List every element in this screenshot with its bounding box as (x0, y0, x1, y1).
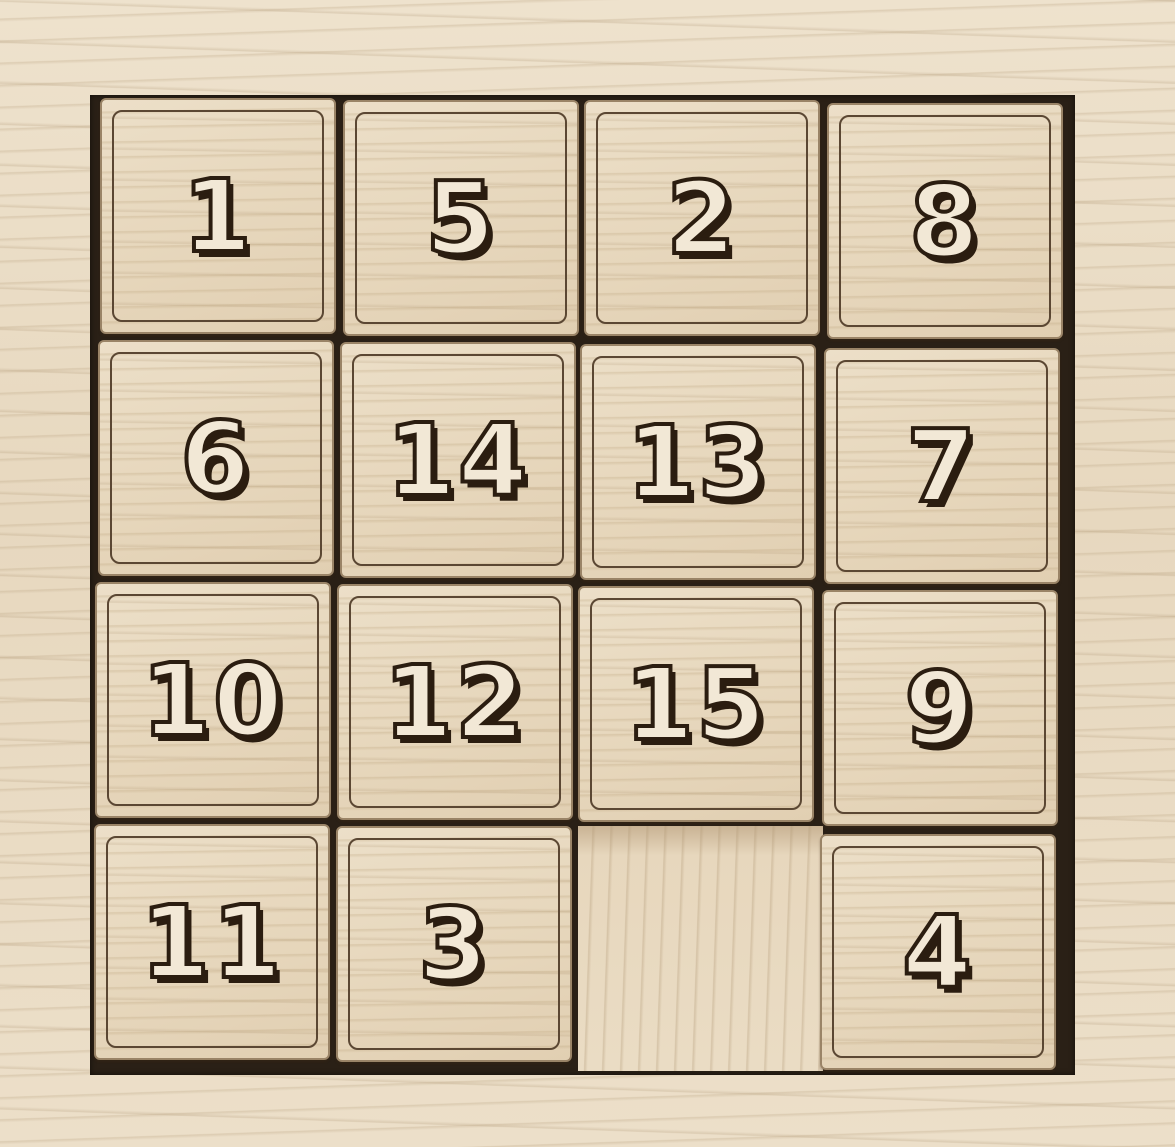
tile-number: 7 (904, 406, 978, 527)
puzzle-tile[interactable]: 5 (343, 100, 579, 336)
puzzle-tile[interactable]: 2 (584, 100, 820, 336)
puzzle-tile[interactable]: 9 (822, 590, 1058, 826)
puzzle-tile[interactable]: 7 (824, 348, 1060, 584)
puzzle-tile[interactable]: 14 (340, 342, 576, 578)
tile-number: 13 (624, 402, 770, 523)
tile-number: 3 (416, 884, 490, 1005)
puzzle-tile[interactable]: 1 (100, 98, 336, 334)
tile-number: 5 (423, 158, 497, 279)
empty-slot[interactable] (578, 826, 823, 1071)
puzzle-board: 1 5 2 8 6 14 13 7 10 12 15 9 11 3 4 (0, 0, 1175, 1147)
puzzle-tile[interactable]: 10 (95, 582, 331, 818)
tile-number: 6 (178, 398, 252, 519)
tile-number: 12 (381, 642, 527, 763)
tile-number: 9 (902, 648, 976, 769)
puzzle-tile[interactable]: 12 (337, 584, 573, 820)
tile-number: 10 (139, 640, 285, 761)
puzzle-tile[interactable]: 3 (336, 826, 572, 1062)
tile-number: 14 (384, 400, 530, 521)
puzzle-tile[interactable]: 6 (98, 340, 334, 576)
puzzle-tile[interactable]: 13 (580, 344, 816, 580)
puzzle-tile[interactable]: 8 (827, 103, 1063, 339)
tile-number: 4 (900, 892, 974, 1013)
tile-number: 11 (138, 882, 284, 1003)
puzzle-tile[interactable]: 11 (94, 824, 330, 1060)
tile-number: 2 (664, 158, 738, 279)
puzzle-tile[interactable]: 15 (578, 586, 814, 822)
tile-number: 15 (622, 644, 768, 765)
tile-number: 1 (180, 156, 254, 277)
tile-number: 8 (907, 161, 981, 282)
puzzle-tile[interactable]: 4 (820, 834, 1056, 1070)
